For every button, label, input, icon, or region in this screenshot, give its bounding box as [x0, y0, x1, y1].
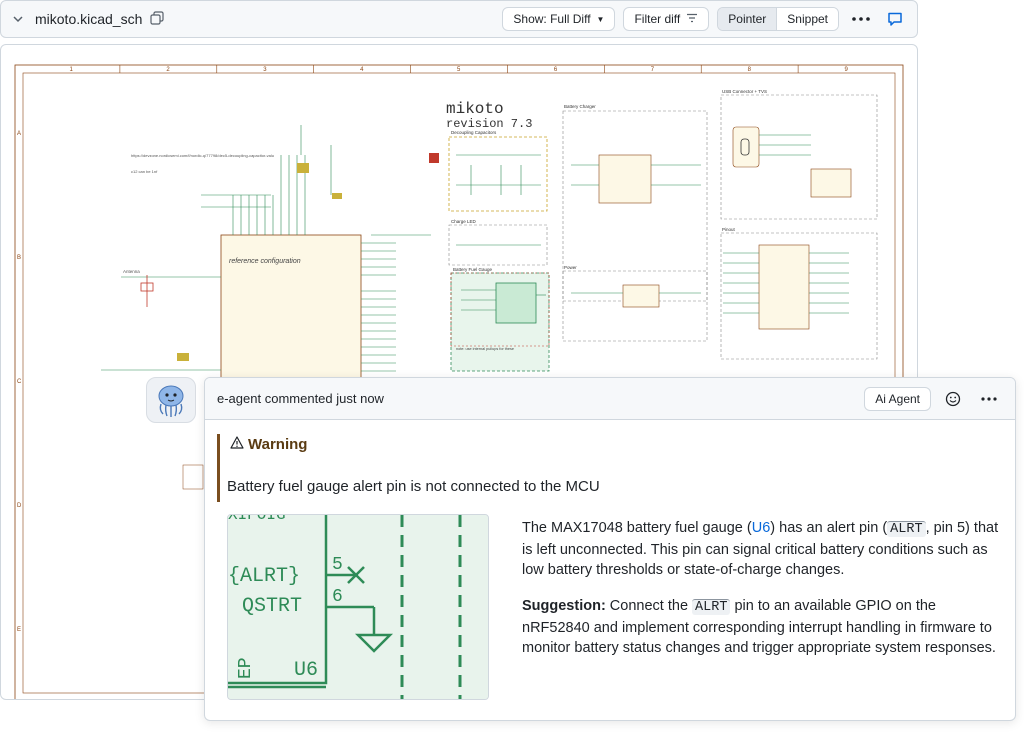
show-diff-dropdown[interactable]: Show: Full Diff ▼: [502, 7, 616, 31]
comment-header: e-agent commented just now Ai Agent: [205, 378, 1015, 420]
more-options-icon[interactable]: [847, 7, 875, 31]
power-label: Power: [564, 265, 577, 270]
alrt-code-2: ALRT: [692, 599, 731, 615]
fuel-gauge-snippet: XIPOIG {ALRT} QSTRT 5 6 U6 EP: [228, 515, 488, 699]
warning-text: Battery fuel gauge alert pin is not conn…: [227, 478, 600, 495]
filter-diff-label: Filter diff: [634, 12, 681, 26]
filter-icon: [686, 12, 698, 26]
review-comment: e-agent commented just now Ai Agent Warn…: [204, 377, 1016, 721]
comment-more-icon[interactable]: [975, 387, 1003, 411]
fuel-gauge-label: Battery Fuel Gauge: [453, 267, 493, 272]
snippet-ep: EP: [236, 657, 256, 679]
frame-row-letter: D: [17, 503, 22, 509]
frame-row-letter: E: [17, 627, 21, 633]
snippet-top-label: XIPOIG: [228, 515, 286, 524]
suggestion-label: Suggestion:: [522, 598, 606, 614]
snippet-mode-button[interactable]: Snippet: [777, 8, 838, 30]
comment-action: commented just now: [264, 391, 384, 406]
snippet-qstrt: QSTRT: [242, 595, 302, 618]
frame-row-letter: B: [17, 255, 21, 261]
frame-row-letter: C: [17, 379, 22, 385]
header-actions: Show: Full Diff ▼ Filter diff Pointer Sn…: [502, 7, 907, 31]
frame-column-number: 6: [554, 67, 558, 73]
show-diff-label: Show: Full Diff: [513, 12, 591, 26]
schematic-snippet[interactable]: XIPOIG {ALRT} QSTRT 5 6 U6 EP: [227, 514, 489, 700]
smiley-icon[interactable]: [939, 387, 967, 411]
frame-column-number: 1: [69, 67, 73, 73]
jellyfish-icon: [158, 385, 184, 417]
frame-column-number: 4: [360, 67, 364, 73]
battery-charger-label: Battery Charger: [564, 104, 596, 109]
warning-title: Warning: [248, 436, 308, 453]
frame-column-number: 9: [845, 67, 849, 73]
antenna-label: Antenna: [123, 269, 140, 274]
frame-row-letter: A: [17, 131, 21, 137]
p1-text-a: The MAX17048 battery fuel gauge (: [522, 520, 752, 536]
schematic-title: mikoto: [446, 100, 504, 118]
frame-column-number: 8: [748, 67, 752, 73]
file-header: mikoto.kicad_sch Show: Full Diff ▼ Filte…: [0, 0, 918, 38]
p1-text-b: ) has an alert pin (: [770, 520, 888, 536]
chevron-down-icon[interactable]: [11, 12, 25, 26]
usb-label: USB Connector + TVS: [722, 89, 767, 94]
decoupling-label: Decoupling Capacitors: [451, 130, 497, 135]
note-url: https://devzone.nordicsemi.com/f/nordic-…: [131, 153, 274, 158]
ref-config-label: reference configuration: [229, 258, 301, 265]
snippet-pin6: 6: [332, 587, 343, 607]
pinout-label: Pinout: [722, 227, 736, 232]
snippet-u6: U6: [294, 659, 318, 682]
charge-led-label: Charge LED: [451, 219, 477, 224]
agent-avatar[interactable]: [146, 377, 196, 423]
p2-text-a: Connect the: [605, 598, 693, 614]
alrt-code: ALRT: [887, 521, 926, 537]
warning-heading: Warning: [230, 436, 637, 453]
comment-body: The MAX17048 battery fuel gauge (U6) has…: [522, 518, 1000, 658]
ai-agent-badge: Ai Agent: [864, 386, 931, 411]
caret-down-icon: ▼: [596, 14, 605, 24]
frame-column-number: 3: [263, 67, 267, 73]
u6-link[interactable]: U6: [752, 520, 771, 536]
schematic-revision: revision 7.3: [446, 117, 532, 131]
copy-icon[interactable]: [150, 11, 166, 27]
filter-diff-button[interactable]: Filter diff: [623, 7, 710, 31]
file-name: mikoto.kicad_sch: [35, 11, 143, 27]
comment-author[interactable]: e-agent: [217, 391, 261, 406]
frame-column-number: 5: [457, 67, 461, 73]
snippet-alrt: {ALRT}: [228, 565, 300, 588]
description-paragraph: The MAX17048 battery fuel gauge (U6) has…: [522, 518, 1000, 580]
pullups-note: note: use internal pullups for these: [456, 347, 514, 351]
comment-actions: Ai Agent: [864, 386, 1003, 411]
view-mode-toggle: Pointer Snippet: [717, 7, 839, 31]
frame-column-number: 2: [166, 67, 170, 73]
frame-column-number: 7: [651, 67, 655, 73]
warning-icon: [230, 436, 244, 453]
suggestion-paragraph: Suggestion: Connect the ALRT pin to an a…: [522, 596, 1000, 658]
snippet-pin5: 5: [332, 555, 343, 575]
comment-icon[interactable]: [883, 7, 907, 31]
pointer-mode-button[interactable]: Pointer: [718, 8, 778, 30]
comment-meta: e-agent commented just now: [217, 391, 384, 406]
note-c12: c12 can be 1nf: [131, 169, 158, 174]
